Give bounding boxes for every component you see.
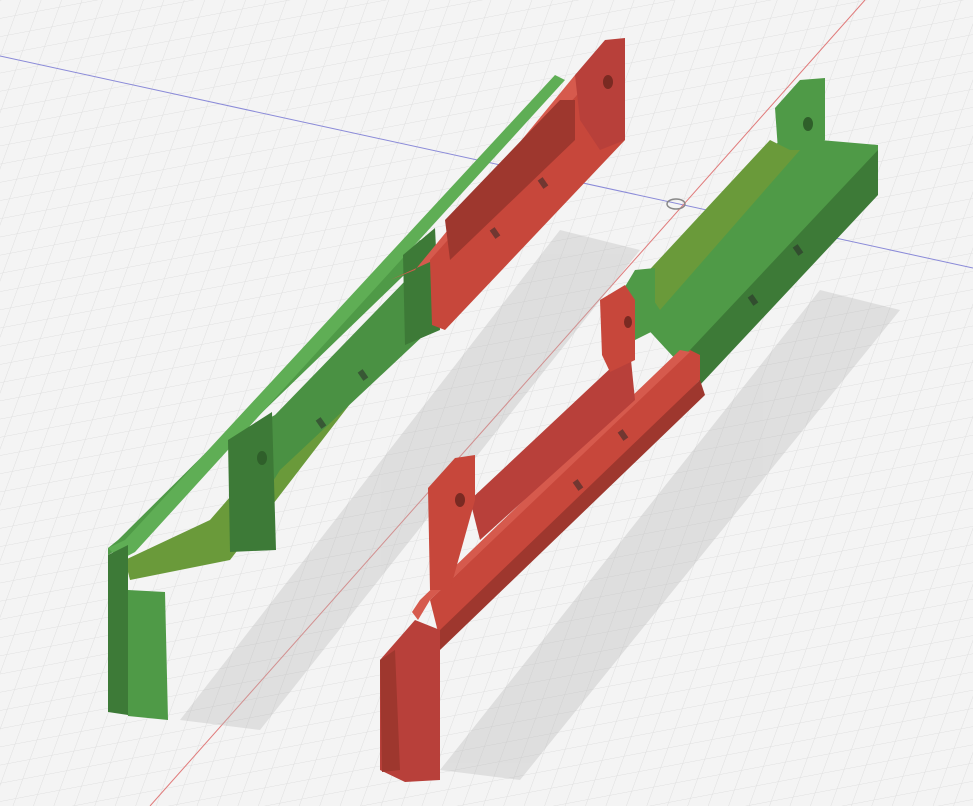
3d-viewport[interactable] [0, 0, 973, 806]
viewport-canvas[interactable] [0, 0, 973, 806]
green-end-plate[interactable] [108, 545, 128, 715]
red-tab-right-2[interactable] [600, 285, 635, 372]
green-end-plate-front[interactable] [128, 590, 168, 720]
